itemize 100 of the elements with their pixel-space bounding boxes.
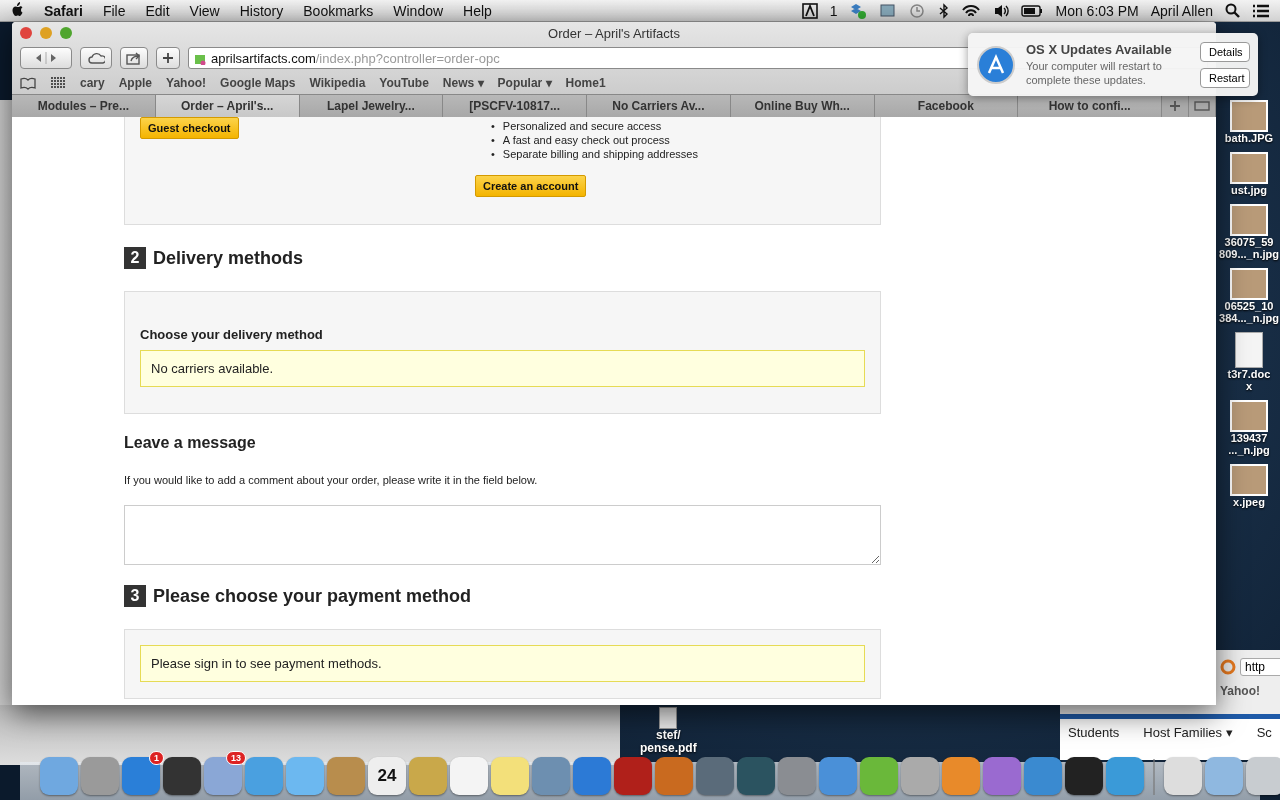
nav-link[interactable]: Host Families ▾ [1143, 725, 1233, 740]
file-label: pense.pdf [640, 742, 697, 755]
browser-tab[interactable]: No Carriers Av... [587, 95, 731, 117]
app-icon[interactable] [204, 757, 242, 795]
app-icon[interactable] [1065, 757, 1103, 795]
address-field[interactable]: http [1240, 658, 1280, 676]
file-label: t3r7.doc [1227, 368, 1271, 380]
browser-logo-icon [1220, 659, 1236, 675]
section-heading: Leave a message [124, 434, 257, 452]
cloud-button[interactable] [80, 47, 112, 69]
browser-tab[interactable]: Facebook [874, 95, 1019, 117]
app-store-icon [976, 44, 1016, 85]
photo-thumbnail[interactable] [1230, 100, 1268, 132]
zoom-button[interactable] [60, 27, 72, 39]
app-icon[interactable] [122, 757, 160, 795]
bookmark-link[interactable]: Wikipedia [309, 76, 366, 90]
section-subtitle: Choose your delivery method [140, 327, 324, 342]
notification-button[interactable]: Restart [1200, 67, 1250, 88]
menu-item[interactable]: History [229, 2, 294, 19]
window-title: Order – April's Artifacts [548, 26, 680, 41]
benefit-item: Separate billing and shipping addresses [502, 147, 698, 161]
menu-item[interactable]: Window [383, 2, 454, 19]
tab-view-icon [1194, 100, 1210, 112]
bookmark-link[interactable]: cary [80, 76, 105, 90]
file-label: 384..._n.jpg [1219, 312, 1279, 324]
box-sync-icon [849, 1, 868, 20]
bookmark-link[interactable]: Popular ▾ [497, 76, 552, 90]
browser-tab[interactable]: [PSCFV-10817... [443, 95, 587, 117]
user-name[interactable]: April Allen [1150, 2, 1213, 19]
menu-item[interactable]: Help [453, 2, 502, 19]
file-label: ..._n.jpg [1228, 444, 1270, 456]
bookmark-link[interactable]: Apple [118, 76, 153, 90]
app-icon[interactable] [860, 757, 898, 795]
menu-item[interactable]: Bookmarks [293, 2, 384, 19]
bullet-mark: • [491, 133, 495, 147]
nav-link[interactable]: Sc [1256, 725, 1272, 740]
create-account-button[interactable]: Create an account [475, 175, 587, 197]
step-number: 3 [124, 585, 146, 607]
adobe-logo-icon [801, 2, 818, 19]
instruction-text: If you would like to add a comment about your order, please write it in the field below. [124, 474, 539, 486]
app-icon[interactable] [737, 757, 775, 795]
minimize-button[interactable] [40, 27, 52, 39]
app-icon[interactable] [696, 757, 734, 795]
cloud-icon [87, 51, 105, 65]
book-icon [20, 76, 36, 90]
menu-item[interactable]: Edit [135, 2, 180, 19]
app-icon[interactable] [819, 757, 857, 795]
app-icon[interactable]: 24 [368, 757, 406, 795]
document-icon[interactable] [659, 707, 678, 729]
photo-thumbnail[interactable] [1230, 268, 1268, 300]
browser-tab[interactable]: Online Buy Wh... [730, 95, 875, 117]
search-icon [1225, 3, 1240, 18]
menu-item[interactable]: View [179, 2, 230, 19]
menu-item[interactable]: Safari [34, 2, 93, 19]
notification-button[interactable]: Details [1200, 41, 1250, 62]
photo-thumbnail[interactable] [1230, 204, 1268, 236]
app-icon[interactable] [901, 757, 939, 795]
add-button[interactable] [156, 47, 180, 69]
bookmark-link[interactable]: YouTube [379, 76, 429, 90]
photo-thumbnail[interactable] [1230, 400, 1268, 432]
back-forward-button[interactable] [20, 47, 72, 69]
warning-message: No carriers available. [140, 350, 865, 387]
status-count: 1 [829, 2, 838, 19]
close-button[interactable] [20, 27, 32, 39]
plus-icon [162, 52, 174, 64]
file-label: 139437 [1230, 432, 1268, 444]
bookmark-link[interactable]: Google Maps [220, 76, 296, 90]
browser-tab[interactable]: Modules – Pre... [12, 95, 156, 117]
nav-link[interactable]: Students [1068, 725, 1120, 740]
browser-tab[interactable]: Lapel Jewelry... [299, 95, 444, 117]
apple-logo-icon [10, 2, 24, 16]
app-icon[interactable] [655, 757, 693, 795]
bookmark-link[interactable]: News ▾ [442, 76, 484, 90]
guest-checkout-button[interactable]: Guest checkout [140, 117, 239, 139]
photo-thumbnail[interactable] [1230, 152, 1268, 184]
section-heading: Please choose your payment method [153, 585, 472, 607]
file-label: 06525_10 [1224, 300, 1274, 312]
file-label: ust.jpg [1230, 184, 1268, 196]
bookmark-link[interactable]: Yahoo! [166, 76, 207, 90]
menu-item[interactable]: File [92, 2, 136, 19]
bookmark-link[interactable]: Home1 [565, 76, 606, 90]
clock-text[interactable]: Mon 6:03 PM [1055, 2, 1139, 19]
benefit-item: Personalized and secure access [502, 119, 662, 133]
file-label: stef/ [656, 729, 681, 742]
browser-tab[interactable]: How to confi... [1018, 95, 1162, 117]
menu-icon [1252, 3, 1270, 18]
grid-icon [50, 76, 66, 90]
app-icon[interactable] [778, 757, 816, 795]
share-button[interactable] [120, 47, 148, 69]
file-label: bath.JPG [1224, 132, 1274, 144]
bookmark-link[interactable]: Yahoo! [1220, 684, 1260, 698]
section-heading: Delivery methods [153, 247, 304, 269]
browser-tab[interactable]: Order – April's... [155, 95, 300, 117]
photo-thumbnail[interactable] [1230, 464, 1268, 496]
message-field[interactable] [124, 505, 881, 565]
file-label: x.jpeg [1233, 496, 1265, 508]
app-icon[interactable] [942, 757, 980, 795]
app-icon[interactable] [983, 757, 1021, 795]
app-icon[interactable] [163, 757, 201, 795]
benefit-item: A fast and easy check out process [502, 133, 670, 147]
